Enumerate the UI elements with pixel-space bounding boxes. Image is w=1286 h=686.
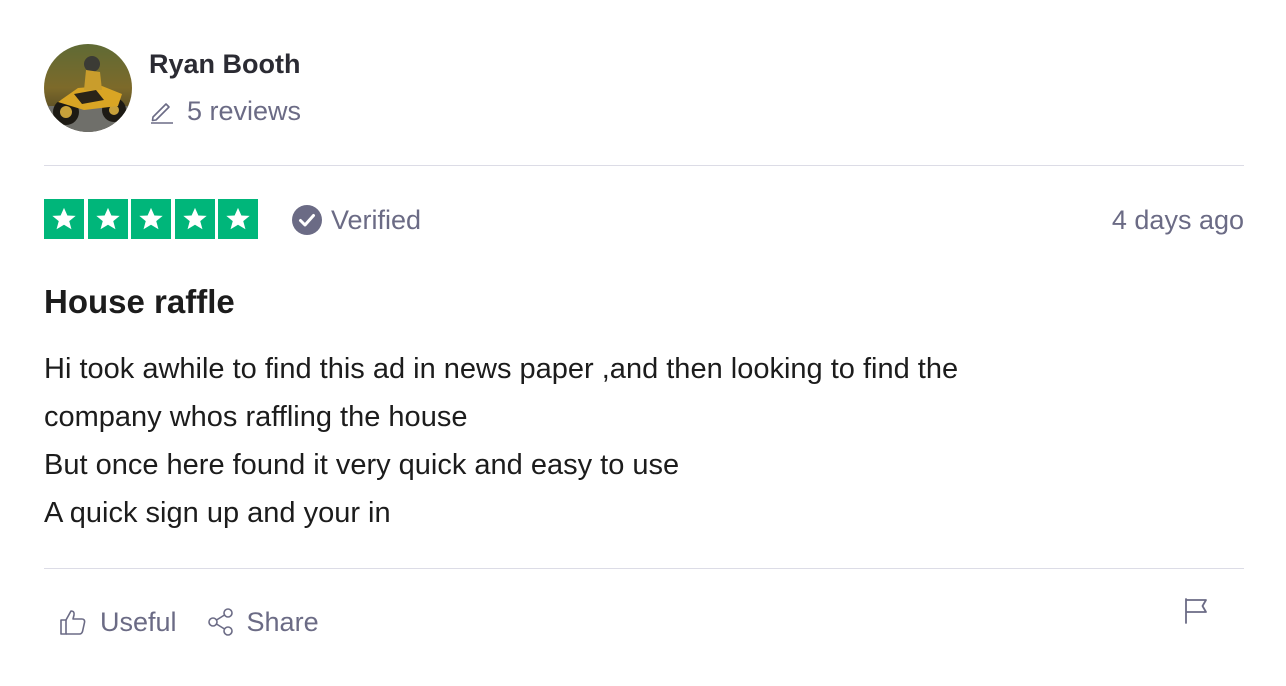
star-icon (44, 199, 84, 239)
consumer-review-count: 5 reviews (149, 91, 301, 131)
star-icon (131, 199, 171, 239)
star-icon (87, 199, 128, 239)
consumer-info: Ryan Booth 5 reviews (149, 44, 301, 131)
share-icon (207, 608, 233, 636)
review-title[interactable]: House raffle (44, 280, 235, 324)
divider (44, 568, 1244, 569)
thumbs-up-icon (60, 610, 86, 635)
review-card: Ryan Booth 5 reviews Verified 4 days ago… (0, 0, 1286, 686)
avatar-image (44, 44, 132, 132)
check-circle-icon (292, 205, 322, 235)
report-flag-button[interactable] (1181, 596, 1211, 626)
flag-icon (1185, 598, 1207, 624)
share-button[interactable]: Share (207, 602, 319, 642)
review-actions: Useful Share (58, 602, 319, 642)
review-body-line: But once here found it very quick and ea… (44, 449, 680, 481)
verified-label: Verified (331, 205, 422, 235)
review-count-label: 5 reviews (187, 95, 302, 126)
useful-label: Useful (100, 607, 177, 637)
pencil-icon (151, 102, 173, 124)
consumer-name[interactable]: Ryan Booth (149, 44, 301, 84)
useful-button[interactable]: Useful (58, 602, 177, 642)
review-body-line: A quick sign up and your in (44, 497, 391, 529)
review-body-line: Hi took awhile to find this ad in news p… (44, 353, 959, 385)
review-body-line: company whos raffling the house (44, 401, 468, 433)
rating-row: Verified 4 days ago (44, 198, 1244, 240)
share-label: Share (246, 607, 319, 637)
divider (44, 165, 1244, 166)
star-rating (44, 199, 262, 239)
verified-badge[interactable]: Verified (291, 200, 421, 240)
star-icon (218, 199, 258, 239)
review-date: 4 days ago (1111, 205, 1244, 235)
star-icon (174, 199, 215, 239)
review-body: Hi took awhile to find this ad in news p… (44, 345, 1244, 537)
consumer-header: Ryan Booth 5 reviews (44, 44, 301, 132)
avatar[interactable] (44, 44, 132, 132)
